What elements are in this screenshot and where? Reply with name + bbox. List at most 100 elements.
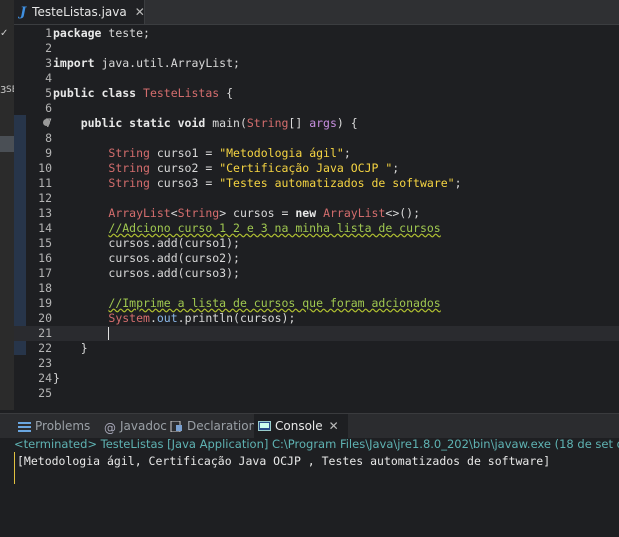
code-line[interactable]: 24} <box>14 371 619 386</box>
line-number: 3 <box>45 56 52 70</box>
code-line[interactable]: 19 //Imprime a lista de cursos que foram… <box>14 296 619 311</box>
code-line[interactable]: 12 <box>14 191 619 206</box>
line-number: 13 <box>38 206 52 220</box>
code-text: import java.util.ArrayList; <box>53 56 240 71</box>
panel-tab-label: Javadoc <box>120 419 167 433</box>
code-line[interactable]: 20 System.out.println(cursos); <box>14 311 619 326</box>
tree-check-glyph: ✓ <box>0 28 9 39</box>
code-token: public static void <box>80 116 206 130</box>
code-line[interactable]: 16 cursos.add(curso2); <box>14 251 619 266</box>
code-line[interactable]: 1 package teste; <box>14 26 619 41</box>
code-line[interactable]: 9 String curso1 = "Metodologia ágil"; <box>14 146 619 161</box>
code-text: } <box>53 371 60 386</box>
panel-tab-label: Declaration <box>187 419 257 433</box>
code-line[interactable]: 22 } <box>14 341 619 356</box>
code-line[interactable]: 8 <box>14 131 619 146</box>
code-line[interactable]: 4 <box>14 71 619 86</box>
code-token: main( <box>205 116 247 130</box>
code-token: <>(); <box>385 206 421 220</box>
panel-tab-javadoc[interactable]: @ Javadoc <box>100 414 167 438</box>
declaration-icon <box>170 420 183 432</box>
code-line[interactable]: 3 import java.util.ArrayList; <box>14 56 619 71</box>
code-text: public class TesteListas { <box>53 86 233 101</box>
code-editor[interactable]: 1 package teste; 2 3 import java.util.ArrayL… <box>14 25 619 410</box>
editor-tab-testelistas[interactable]: J TesteListas.java ✕ <box>14 0 145 24</box>
line-number: 21 <box>38 326 52 340</box>
code-token: cursos.add( <box>108 266 185 280</box>
code-token: < <box>170 206 178 220</box>
code-token: ArrayList <box>108 206 171 220</box>
code-line[interactable]: 10 String curso2 = "Certificação Java OC… <box>14 161 619 176</box>
panel-tab-problems[interactable]: Problems <box>14 414 98 438</box>
code-token: ); <box>226 251 240 265</box>
code-line[interactable]: 2 <box>14 41 619 56</box>
code-token: > cursos = <box>219 206 296 220</box>
code-token: String <box>108 146 150 160</box>
code-line[interactable]: 11 String curso3 = "Testes automatizados… <box>14 176 619 191</box>
close-icon[interactable]: ✕ <box>329 419 339 433</box>
console-output-area[interactable]: [Metodologia ágil, Certificação Java OCJ… <box>0 452 619 537</box>
code-token: } <box>53 341 88 355</box>
editor-tab-title: TesteListas.java <box>32 5 127 19</box>
code-text: String curso3 = "Testes automatizados de… <box>53 176 461 191</box>
code-token: cursos.add( <box>108 251 185 265</box>
code-line[interactable]: 14 //Adciono curso 1 2 e 3 na minha list… <box>14 221 619 236</box>
code-token: "Metodologia ágil" <box>219 146 344 160</box>
code-token: . <box>149 311 157 325</box>
code-text: String curso1 = "Metodologia ágil"; <box>53 146 350 161</box>
code-token: [] <box>288 116 310 130</box>
code-token: out <box>156 311 178 325</box>
bottom-panel-tabs: Problems @ Javadoc Declaration Console ✕ <box>0 413 619 438</box>
code-line[interactable]: 5 public class TesteListas { <box>14 86 619 101</box>
code-token: ); <box>281 311 296 325</box>
problems-icon <box>18 421 31 432</box>
code-line[interactable]: 6 <box>14 101 619 116</box>
code-text <box>53 326 110 341</box>
package-explorer-edge: ✓ 3 SE <box>0 0 17 410</box>
line-number: 11 <box>38 176 52 190</box>
code-token: import <box>53 56 95 70</box>
panel-tab-declaration[interactable]: Declaration <box>166 414 256 438</box>
console-status-line: <terminated> TesteListas [Java Applicati… <box>14 437 619 451</box>
code-token: .println( <box>177 311 240 325</box>
line-number: 6 <box>45 101 52 115</box>
panel-tab-label: Problems <box>35 419 91 433</box>
line-number: 20 <box>38 311 52 325</box>
tree-selected-row[interactable] <box>0 136 14 152</box>
code-text: cursos.add(curso1); <box>53 236 240 251</box>
code-line[interactable]: 21 <box>14 326 619 341</box>
code-line[interactable]: 25 <box>14 386 619 401</box>
fold-toggle-icon[interactable] <box>43 119 50 126</box>
code-line[interactable]: 15 cursos.add(curso1); <box>14 236 619 251</box>
code-line[interactable]: 13 ArrayList<String> cursos = new ArrayL… <box>14 206 619 221</box>
line-number: 25 <box>38 386 52 400</box>
line-number: 17 <box>38 266 52 280</box>
code-token: "Certificação Java OCJP " <box>219 161 393 175</box>
code-token: teste; <box>101 26 150 40</box>
code-text: //Imprime a lista de cursos que foram ad… <box>53 296 440 311</box>
console-icon <box>258 420 271 432</box>
close-icon[interactable]: ✕ <box>135 5 145 19</box>
code-line[interactable]: 18 <box>14 281 619 296</box>
code-text: System.out.println(cursos); <box>53 311 295 326</box>
code-text: cursos.add(curso2); <box>53 251 240 266</box>
code-token: { <box>219 86 234 100</box>
code-text: package teste; <box>53 26 150 41</box>
line-number: 14 <box>38 221 52 235</box>
code-line[interactable]: 7 public static void main(String[] args)… <box>14 116 619 131</box>
code-line[interactable]: 23 <box>14 356 619 371</box>
code-token: curso3 <box>184 266 227 280</box>
code-token: System <box>108 311 150 325</box>
code-line[interactable]: 17 cursos.add(curso3); <box>14 266 619 281</box>
line-number: 1 <box>45 26 52 40</box>
code-token: curso3 = <box>149 176 220 190</box>
panel-tab-console[interactable]: Console ✕ <box>254 414 348 438</box>
